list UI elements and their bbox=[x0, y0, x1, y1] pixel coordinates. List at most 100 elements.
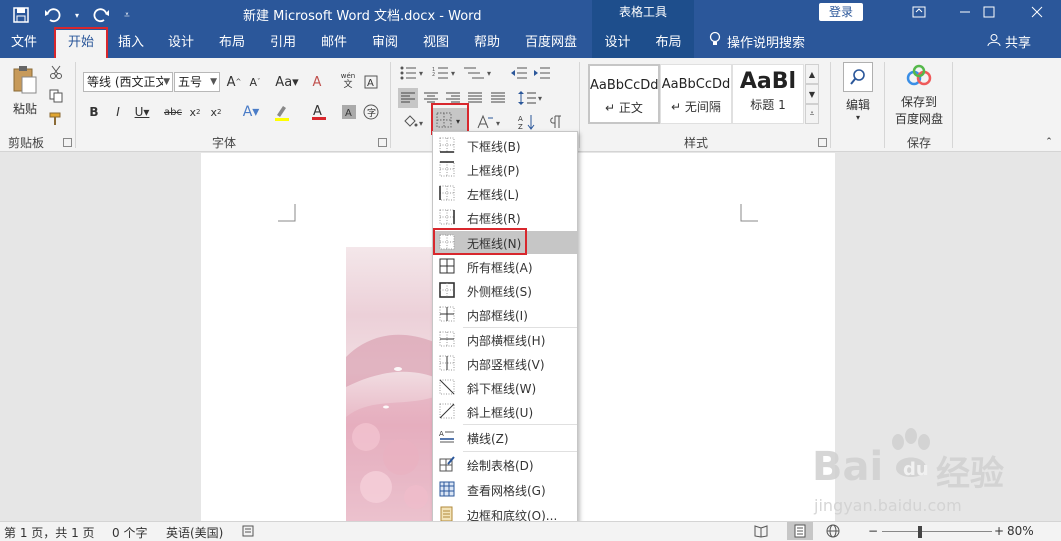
highlight-color-icon[interactable] bbox=[268, 102, 296, 122]
justify-icon[interactable] bbox=[465, 88, 485, 108]
tab-mailings[interactable]: 邮件 bbox=[313, 30, 355, 58]
format-painter-icon[interactable] bbox=[47, 110, 65, 128]
borders-button[interactable]: ▾ bbox=[433, 108, 467, 132]
read-mode-icon[interactable] bbox=[754, 524, 768, 541]
styles-dialog-launcher-icon[interactable] bbox=[818, 138, 827, 147]
menu-item-view-gridlines[interactable]: 查看网格线(G) bbox=[434, 478, 577, 501]
menu-item-left-border[interactable]: 左框线(L) bbox=[434, 182, 577, 205]
zoom-level[interactable]: 80% bbox=[1007, 524, 1034, 538]
tab-layout[interactable]: 布局 bbox=[211, 30, 253, 58]
maximize-icon[interactable] bbox=[967, 0, 1011, 24]
tab-table-layout[interactable]: 布局 bbox=[643, 30, 694, 58]
align-right-icon[interactable] bbox=[443, 88, 463, 108]
tab-design[interactable]: 设计 bbox=[160, 30, 202, 58]
enclose-characters-icon[interactable]: 字 bbox=[362, 102, 380, 122]
style-normal[interactable]: AaBbCcDd ↵ 正文 bbox=[588, 64, 660, 124]
chinese-layout-icon[interactable]: ▾ bbox=[475, 112, 505, 132]
undo-icon[interactable] bbox=[40, 3, 66, 27]
tell-me-search[interactable]: 操作说明搜索 bbox=[705, 30, 817, 58]
grow-font-icon[interactable]: A ^ bbox=[225, 72, 243, 92]
word-count[interactable]: 0 个字 bbox=[112, 524, 147, 541]
style-heading-1[interactable]: AaBl 标题 1 bbox=[732, 64, 804, 124]
menu-item-all-borders[interactable]: 所有框线(A) bbox=[434, 255, 577, 278]
character-border-icon[interactable]: A bbox=[362, 72, 380, 92]
document-image[interactable] bbox=[346, 247, 434, 521]
save-to-baidu-button[interactable]: 保存到 百度网盘 bbox=[890, 64, 948, 130]
sort-icon[interactable]: AZ bbox=[516, 112, 538, 132]
ribbon-display-options-icon[interactable] bbox=[897, 0, 941, 24]
menu-item-top-border[interactable]: 上框线(P) bbox=[434, 158, 577, 181]
shading-bucket-icon[interactable]: ▾ bbox=[400, 112, 428, 132]
menu-item-right-border[interactable]: 右框线(R) bbox=[434, 206, 577, 229]
zoom-slider-thumb[interactable] bbox=[918, 526, 922, 538]
style-no-spacing[interactable]: AaBbCcDd ↵ 无间隔 bbox=[660, 64, 732, 124]
tab-review[interactable]: 审阅 bbox=[364, 30, 406, 58]
tab-baidu-netdisk[interactable]: 百度网盘 bbox=[517, 30, 585, 58]
macro-record-icon[interactable] bbox=[242, 525, 254, 540]
align-center-icon[interactable] bbox=[421, 88, 441, 108]
text-effects-icon[interactable]: A▾ bbox=[238, 102, 264, 122]
tab-view[interactable]: 视图 bbox=[415, 30, 457, 58]
menu-item-diagonal-up-border[interactable]: 斜上框线(U) bbox=[434, 400, 577, 423]
numbering-icon[interactable]: 1 2 ▾ bbox=[430, 64, 460, 82]
menu-item-draw-table[interactable]: 绘制表格(D) bbox=[434, 453, 577, 476]
undo-dropdown-icon[interactable]: ▾ bbox=[72, 3, 82, 27]
font-name-combo[interactable]: 等线 (西文正文 ▼ bbox=[83, 72, 173, 92]
italic-icon[interactable]: I bbox=[110, 102, 126, 122]
distributed-icon[interactable] bbox=[488, 88, 508, 108]
menu-item-inside-borders[interactable]: 内部框线(I) bbox=[434, 303, 577, 326]
zoom-in-button[interactable]: + bbox=[994, 524, 1004, 538]
align-left-icon[interactable] bbox=[398, 88, 418, 108]
page-count[interactable]: 第 1 页，共 1 页 bbox=[4, 524, 95, 541]
font-dialog-launcher-icon[interactable] bbox=[378, 138, 387, 147]
save-icon[interactable] bbox=[8, 3, 34, 27]
redo-icon[interactable] bbox=[88, 3, 114, 27]
tab-file[interactable]: 文件 bbox=[2, 30, 46, 58]
menu-item-horizontal-line[interactable]: A 横线(Z) bbox=[434, 426, 577, 449]
cut-scissors-icon[interactable] bbox=[47, 63, 65, 81]
zoom-slider-track[interactable] bbox=[882, 531, 992, 532]
menu-item-outside-borders[interactable]: 外侧框线(S) bbox=[434, 279, 577, 302]
tab-insert[interactable]: 插入 bbox=[110, 30, 152, 58]
menu-item-bottom-border[interactable]: 下框线(B) bbox=[434, 134, 577, 157]
font-size-combo[interactable]: 五号 ▼ bbox=[174, 72, 220, 92]
collapse-ribbon-icon[interactable]: ⌃ bbox=[1042, 136, 1056, 148]
bullets-icon[interactable]: ▾ bbox=[398, 64, 428, 82]
styles-scroll-down-icon[interactable]: ▼ bbox=[805, 84, 819, 104]
bold-icon[interactable]: B bbox=[86, 102, 102, 122]
phonetic-guide-icon[interactable]: wén 文 bbox=[338, 70, 358, 92]
character-shading-icon[interactable]: A bbox=[340, 102, 358, 122]
strikethrough-icon[interactable]: abc bbox=[162, 102, 184, 122]
login-button[interactable]: 登录 bbox=[819, 3, 863, 21]
close-icon[interactable] bbox=[1015, 0, 1059, 24]
paste-button[interactable]: 粘贴 bbox=[6, 62, 44, 120]
styles-scroll-up-icon[interactable]: ▲ bbox=[805, 64, 819, 84]
increase-indent-icon[interactable] bbox=[532, 64, 552, 82]
language-indicator[interactable]: 英语(美国) bbox=[166, 524, 223, 541]
superscript-icon[interactable]: x2 bbox=[207, 102, 225, 122]
underline-icon[interactable]: U▾ bbox=[131, 102, 153, 122]
clear-formatting-icon[interactable]: A bbox=[308, 72, 326, 92]
tab-references[interactable]: 引用 bbox=[262, 30, 304, 58]
editing-button[interactable]: 编辑 ▾ bbox=[840, 62, 876, 128]
shrink-font-icon[interactable]: Aˇ bbox=[246, 72, 264, 92]
menu-item-inside-horizontal-border[interactable]: 内部横框线(H) bbox=[434, 328, 577, 351]
decrease-indent-icon[interactable] bbox=[509, 64, 529, 82]
copy-icon[interactable] bbox=[47, 87, 65, 105]
web-layout-icon[interactable] bbox=[826, 524, 840, 541]
multilevel-list-icon[interactable]: ▾ bbox=[462, 64, 496, 82]
menu-item-diagonal-down-border[interactable]: 斜下框线(W) bbox=[434, 376, 577, 399]
tab-home[interactable]: 开始 bbox=[56, 30, 106, 58]
line-spacing-icon[interactable]: ▾ bbox=[516, 88, 546, 108]
zoom-out-button[interactable]: − bbox=[868, 524, 878, 538]
print-layout-icon[interactable] bbox=[787, 522, 813, 540]
tab-table-design[interactable]: 设计 bbox=[592, 30, 643, 58]
subscript-icon[interactable]: x2 bbox=[186, 102, 204, 122]
menu-item-inside-vertical-border[interactable]: 内部竖框线(V) bbox=[434, 352, 577, 375]
show-paragraph-marks-icon[interactable] bbox=[548, 112, 566, 132]
font-color-icon[interactable]: A bbox=[305, 102, 333, 122]
change-case-icon[interactable]: Aa▾ bbox=[273, 72, 301, 92]
menu-item-no-border[interactable]: 无框线(N) bbox=[434, 231, 577, 254]
clipboard-dialog-launcher-icon[interactable] bbox=[63, 138, 72, 147]
share-button[interactable]: 共享 bbox=[987, 30, 1047, 58]
